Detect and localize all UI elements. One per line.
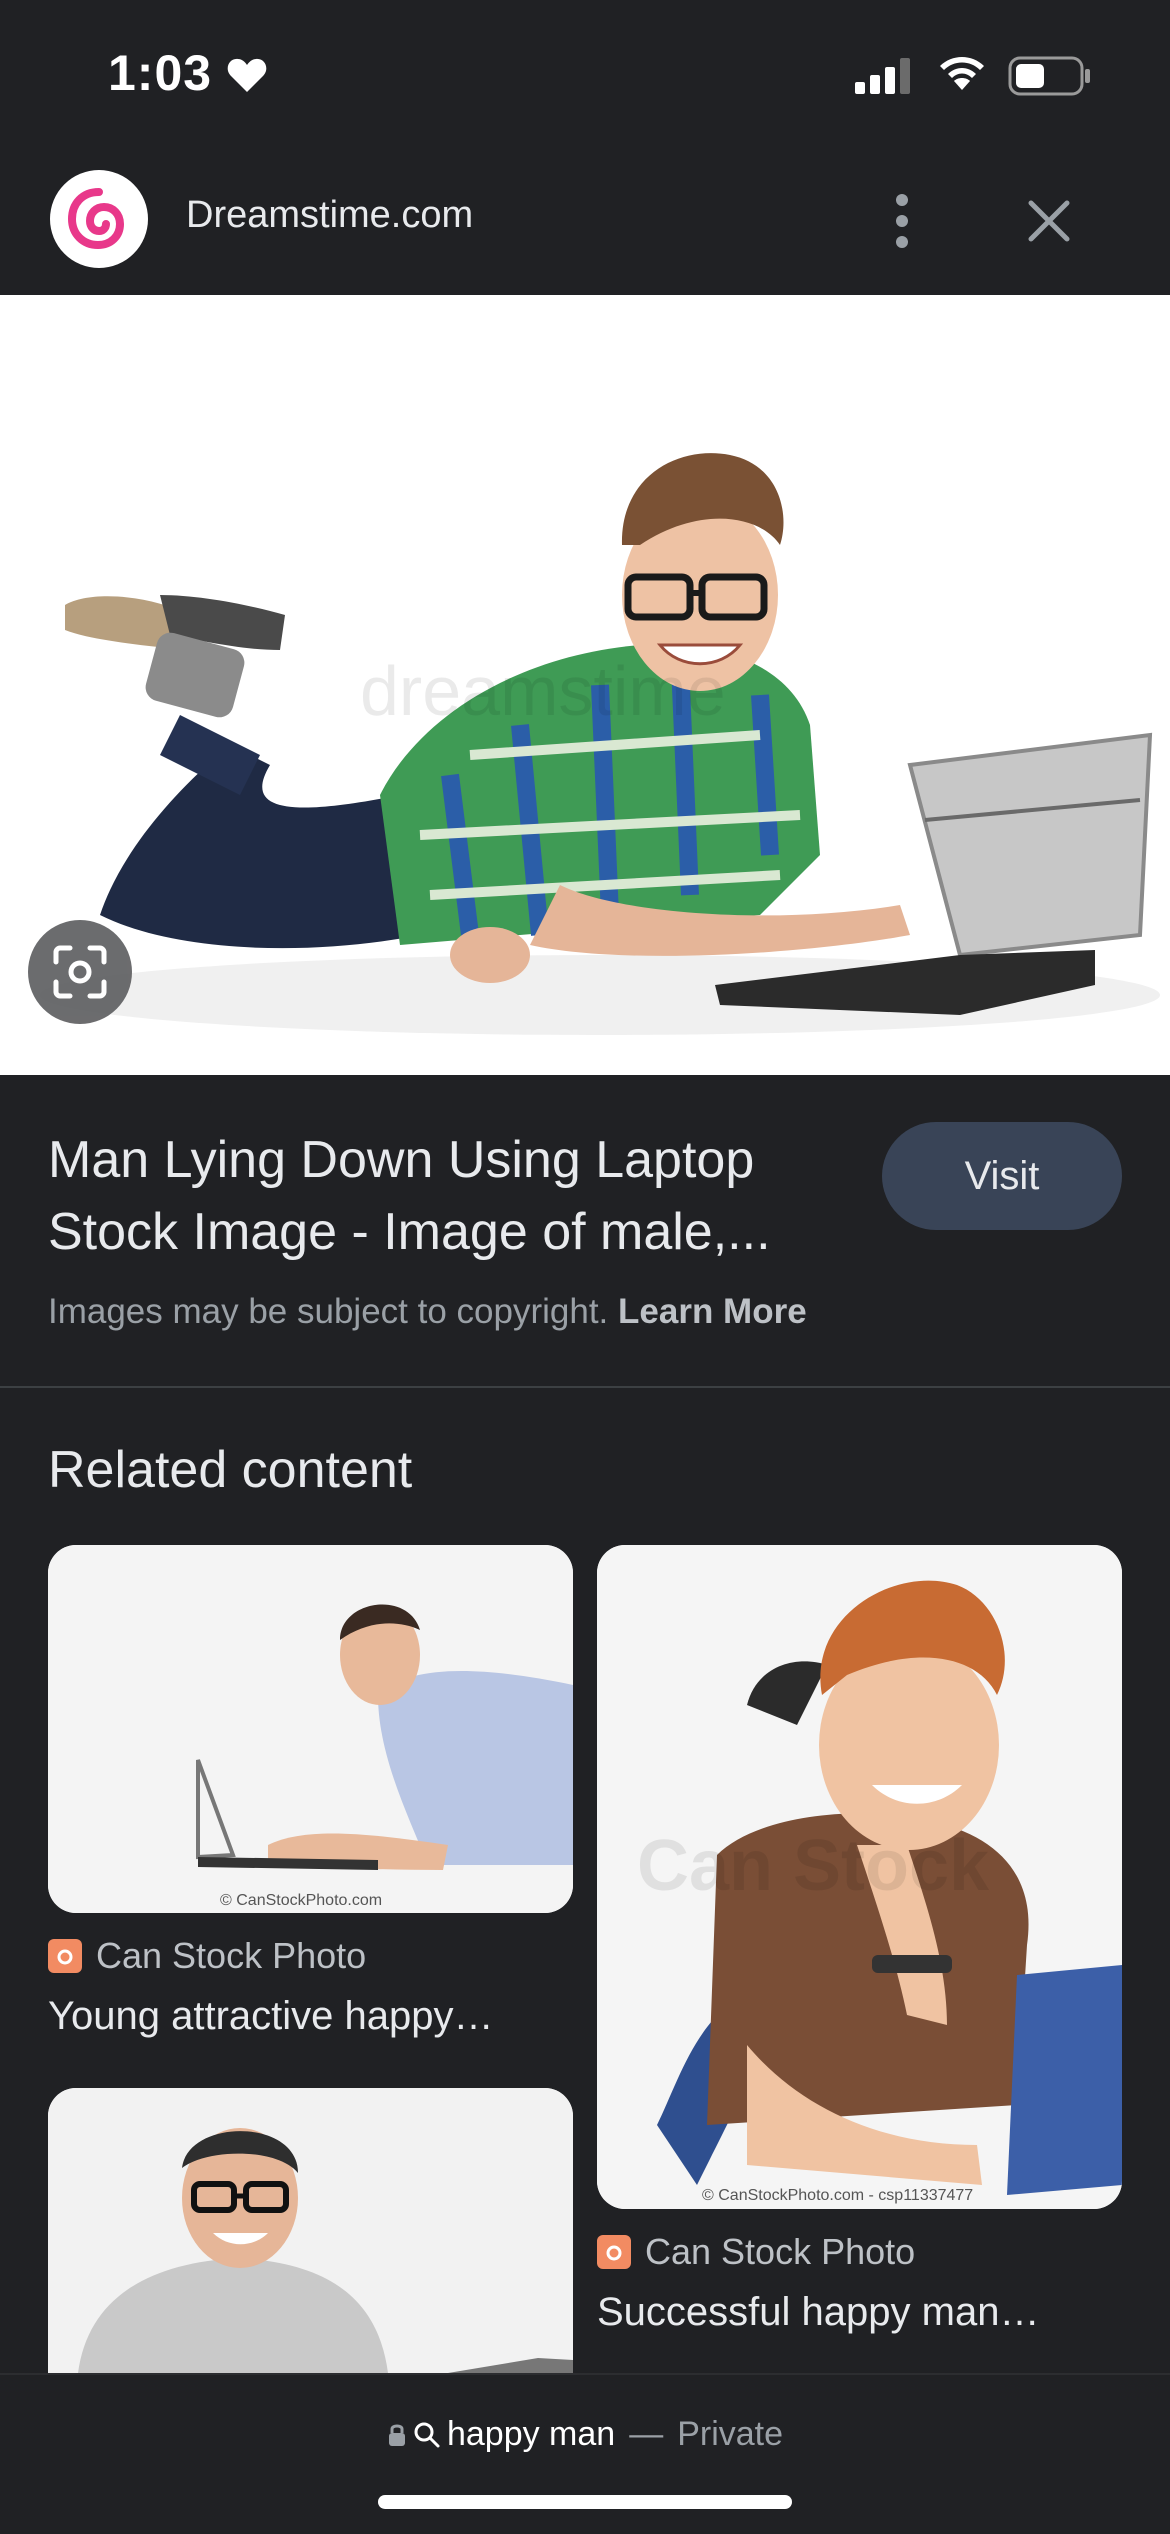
result-title[interactable]: Man Lying Down Using Laptop Stock Image … bbox=[48, 1124, 848, 1268]
search-icon bbox=[414, 2422, 440, 2447]
more-options-button[interactable] bbox=[880, 186, 924, 256]
dreamstime-logo-icon[interactable] bbox=[50, 170, 148, 268]
result-title-line1: Man Lying Down Using Laptop bbox=[48, 1131, 755, 1189]
related-2-source-label: Can Stock Photo bbox=[645, 2231, 916, 2272]
status-bar: 1:03 bbox=[0, 0, 1170, 150]
related-1-caption: © CanStockPhoto.com bbox=[220, 1892, 382, 1909]
related-image-3[interactable] bbox=[48, 2088, 573, 2373]
related-1-title[interactable]: Young attractive happy… bbox=[48, 1994, 573, 2039]
related-1-source-label: Can Stock Photo bbox=[96, 1935, 367, 1976]
battery-icon bbox=[1008, 56, 1090, 96]
private-mode-label: Private bbox=[677, 2415, 784, 2453]
svg-text:dreamstime: dreamstime bbox=[360, 652, 726, 730]
wifi-icon bbox=[940, 57, 984, 90]
signal-icon bbox=[855, 58, 910, 94]
man-lying-with-laptop-image: dreamstime bbox=[40, 453, 1160, 1035]
visit-button[interactable]: Visit bbox=[882, 1122, 1122, 1230]
related-image-2[interactable]: Can Stock © CanStockPhoto.com - csp11337… bbox=[597, 1545, 1122, 2209]
main-result-image[interactable]: dreamstime bbox=[0, 295, 1170, 1075]
can-stock-photo-icon bbox=[48, 1939, 82, 1973]
learn-more-link[interactable]: Learn More bbox=[618, 1292, 807, 1331]
heart-icon bbox=[227, 58, 267, 92]
smiling-man-with-laptop-thumbnail: Can Stock © CanStockPhoto.com - csp11337… bbox=[597, 1545, 1122, 2209]
related-image-1[interactable]: © CanStockPhoto.com bbox=[48, 1545, 573, 1913]
related-2-watermark: Can Stock bbox=[637, 1826, 990, 1906]
can-stock-photo-icon bbox=[597, 2235, 631, 2269]
related-2-title[interactable]: Successful happy man… bbox=[597, 2290, 1122, 2335]
related-1-source: Can Stock Photo bbox=[48, 1935, 366, 1977]
lock-icon bbox=[388, 2424, 405, 2446]
copyright-text: Images may be subject to copyright. bbox=[48, 1292, 609, 1331]
close-button[interactable] bbox=[1014, 186, 1084, 256]
divider bbox=[0, 1386, 1170, 1388]
more-vert-icon bbox=[896, 194, 908, 248]
query-separator: — bbox=[629, 2415, 664, 2453]
close-icon bbox=[1028, 200, 1070, 242]
related-2-caption: © CanStockPhoto.com - csp11337477 bbox=[702, 2187, 973, 2204]
result-title-line2: Stock Image - Image of male,... bbox=[48, 1203, 771, 1261]
google-lens-button[interactable] bbox=[28, 920, 132, 1024]
related-content-heading: Related content bbox=[48, 1441, 413, 1499]
viewer-header: Dreamstime.com bbox=[0, 150, 1170, 295]
status-time: 1:03 bbox=[108, 45, 213, 101]
man-with-laptop-thumbnail: © CanStockPhoto.com bbox=[48, 1545, 573, 1913]
search-query-bar[interactable]: happy man — Private bbox=[0, 2415, 1170, 2454]
lens-search-icon bbox=[53, 945, 107, 999]
home-indicator[interactable] bbox=[378, 2495, 792, 2509]
bottom-address-bar[interactable]: happy man — Private bbox=[0, 2373, 1170, 2534]
copyright-notice: Images may be subject to copyright. Lear… bbox=[48, 1292, 807, 1332]
man-with-glasses-thumbnail bbox=[48, 2088, 573, 2373]
related-2-source: Can Stock Photo bbox=[597, 2231, 915, 2273]
search-query-text: happy man bbox=[446, 2415, 616, 2453]
site-name[interactable]: Dreamstime.com bbox=[186, 194, 473, 237]
